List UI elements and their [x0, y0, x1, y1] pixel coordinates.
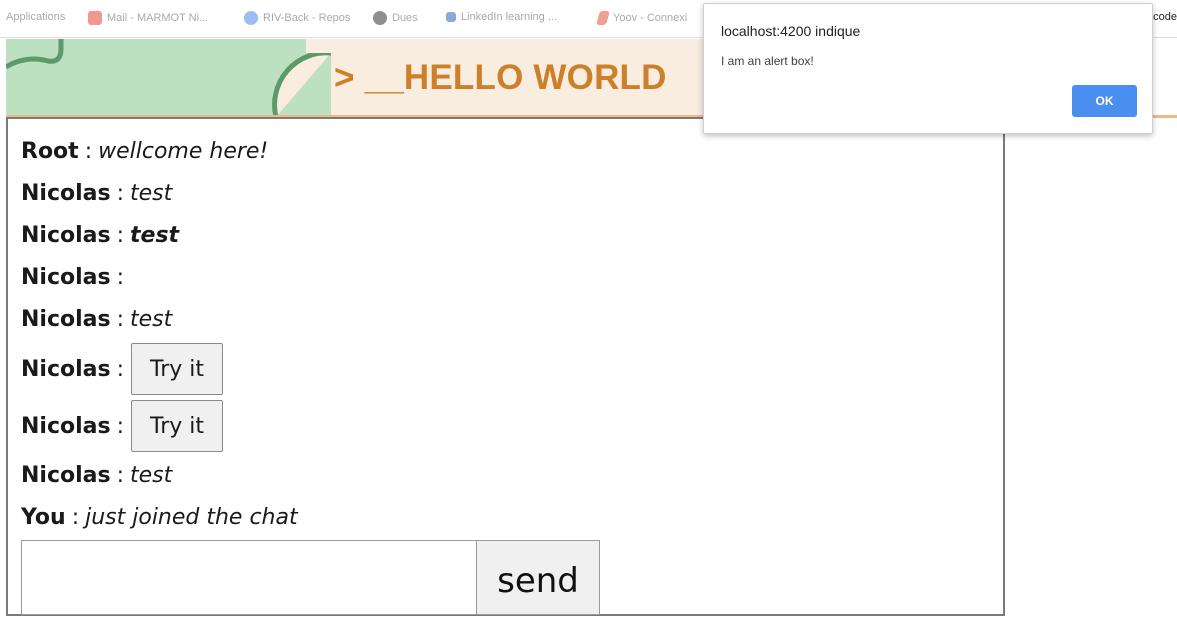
message-separator: :: [116, 307, 125, 332]
chat-message: Nicolas : Try it: [21, 400, 224, 452]
bookmark-repos[interactable]: RIV-Back - Repos: [244, 11, 350, 25]
bookmark-dues[interactable]: Dues: [373, 11, 418, 25]
bookmark-label: Mail - MARMOT Ni...: [107, 12, 209, 24]
chat-message: You : just joined the chat: [21, 505, 298, 530]
bookmark-label: Applications: [6, 11, 66, 23]
github-icon: [373, 11, 387, 25]
linkedin-icon: [446, 12, 456, 22]
bookmark-linkedin-learning[interactable]: LinkedIn learning ...: [446, 11, 557, 23]
message-input[interactable]: [21, 540, 477, 615]
yoov-icon: [596, 11, 610, 25]
message-author: Nicolas: [21, 356, 111, 382]
message-author: Nicolas: [21, 413, 111, 439]
bookmark-yoov[interactable]: Yoov - Connexi: [596, 11, 688, 25]
chat-message: Nicolas : test: [21, 463, 172, 488]
message-text: just joined the chat: [85, 505, 298, 530]
bookmark-label: Yoov - Connexi: [613, 12, 688, 24]
message-separator: :: [116, 413, 125, 439]
message-author: Nicolas: [21, 181, 111, 206]
chat-message: Nicolas : test: [21, 223, 179, 248]
alert-title: localhost:4200 indique: [721, 23, 861, 39]
bookmark-label: RIV-Back - Repos: [263, 12, 351, 24]
try-it-button[interactable]: Try it: [131, 400, 224, 452]
message-author: You: [21, 505, 66, 530]
send-button[interactable]: send: [476, 540, 600, 615]
chat-message: Nicolas : Try it: [21, 343, 224, 395]
message-author: Root: [21, 139, 79, 164]
message-text: wellcome here!: [98, 139, 269, 164]
message-text: test: [130, 181, 173, 206]
message-separator: :: [84, 139, 93, 164]
azure-devops-icon: [244, 11, 258, 25]
message-separator: :: [71, 505, 80, 530]
message-author: Nicolas: [21, 307, 111, 332]
alert-dialog: localhost:4200 indique I am an alert box…: [703, 3, 1153, 134]
chat-panel: Root : wellcome here! Nicolas : test Nic…: [6, 117, 1005, 616]
message-author: Nicolas: [21, 463, 111, 488]
chat-message: Root : wellcome here!: [21, 139, 268, 164]
bookmark-label: Dues: [392, 12, 418, 24]
message-separator: :: [116, 181, 125, 206]
message-separator: :: [116, 223, 125, 248]
chat-message: Nicolas : test: [21, 181, 172, 206]
bookmark-overflow[interactable]: code: [1153, 11, 1177, 23]
bookmark-mail[interactable]: Mail - MARMOT Ni...: [88, 11, 208, 25]
alert-message: I am an alert box!: [721, 54, 814, 68]
message-separator: :: [116, 356, 125, 382]
apps-grid-icon: [88, 11, 102, 25]
message-author: Nicolas: [21, 223, 111, 248]
message-text: test: [130, 223, 180, 248]
message-separator: :: [116, 265, 125, 290]
try-it-button[interactable]: Try it: [131, 343, 224, 395]
bookmark-applications[interactable]: Applications: [6, 11, 65, 23]
ok-button[interactable]: OK: [1072, 85, 1137, 117]
message-text: test: [130, 307, 173, 332]
message-author: Nicolas: [21, 265, 111, 290]
page-title: > __HELLO WORLD: [334, 58, 667, 97]
message-text: test: [130, 463, 173, 488]
message-separator: :: [116, 463, 125, 488]
chat-message: Nicolas : test: [21, 307, 172, 332]
chat-message: Nicolas :: [21, 265, 130, 290]
bookmark-label: LinkedIn learning ...: [461, 11, 558, 23]
banner-decoration: [6, 39, 331, 117]
